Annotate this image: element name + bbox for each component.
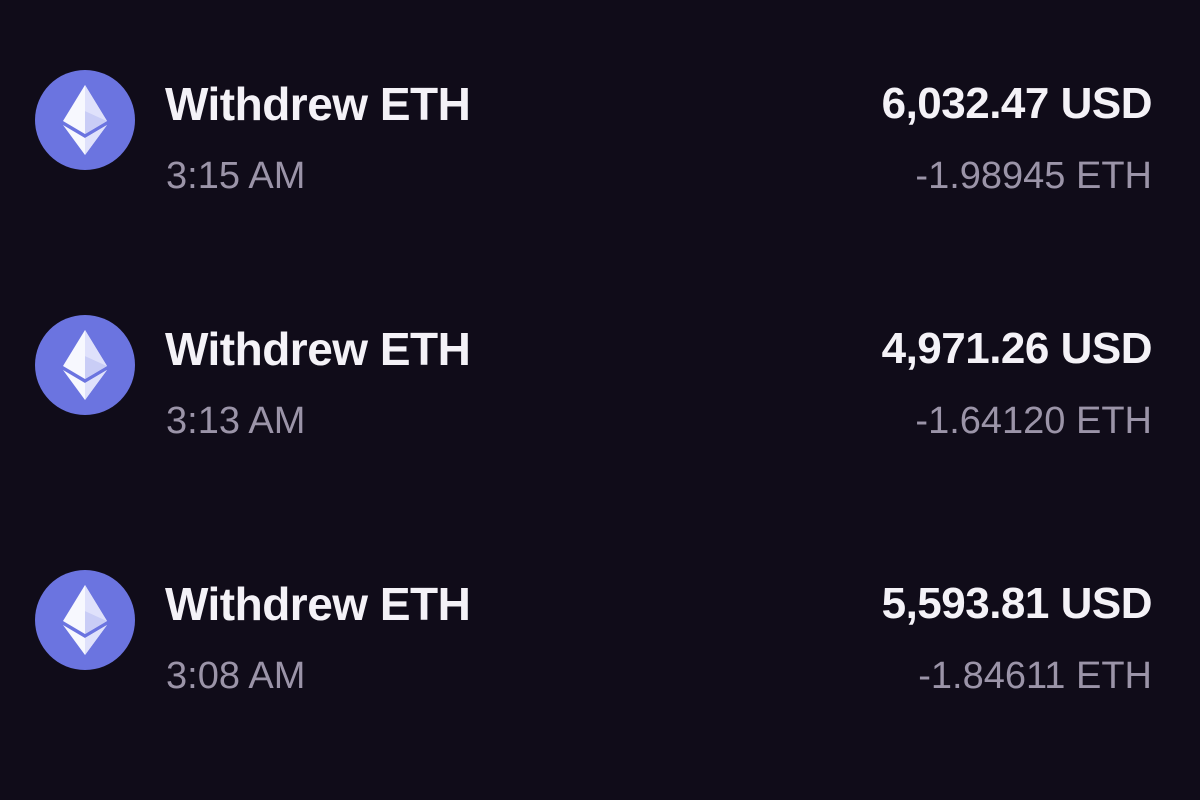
transaction-usd-amount: 5,593.81 USD xyxy=(881,579,1153,628)
transaction-title: Withdrew ETH xyxy=(165,578,471,630)
transaction-row[interactable]: Withdrew ETH 3:13 AM 4,971.26 USD -1.641… xyxy=(0,310,1200,450)
transaction-list: Withdrew ETH 3:15 AM 6,032.47 USD -1.989… xyxy=(0,0,1200,800)
transaction-eth-amount: -1.64120 ETH xyxy=(915,400,1152,442)
transaction-usd-amount: 6,032.47 USD xyxy=(881,79,1153,128)
transaction-title: Withdrew ETH xyxy=(165,78,471,130)
transaction-time: 3:13 AM xyxy=(166,400,306,442)
transaction-time: 3:15 AM xyxy=(166,155,306,197)
ethereum-icon xyxy=(35,570,135,670)
transaction-usd-amount: 4,971.26 USD xyxy=(881,324,1153,373)
transaction-title: Withdrew ETH xyxy=(165,323,471,375)
transaction-time: 3:08 AM xyxy=(166,655,306,697)
transaction-eth-amount: -1.84611 ETH xyxy=(918,655,1152,697)
ethereum-icon xyxy=(35,315,135,415)
transaction-row[interactable]: Withdrew ETH 3:15 AM 6,032.47 USD -1.989… xyxy=(0,65,1200,205)
ethereum-icon xyxy=(35,70,135,170)
transaction-row[interactable]: Withdrew ETH 3:08 AM 5,593.81 USD -1.846… xyxy=(0,565,1200,705)
transaction-eth-amount: -1.98945 ETH xyxy=(915,155,1152,197)
